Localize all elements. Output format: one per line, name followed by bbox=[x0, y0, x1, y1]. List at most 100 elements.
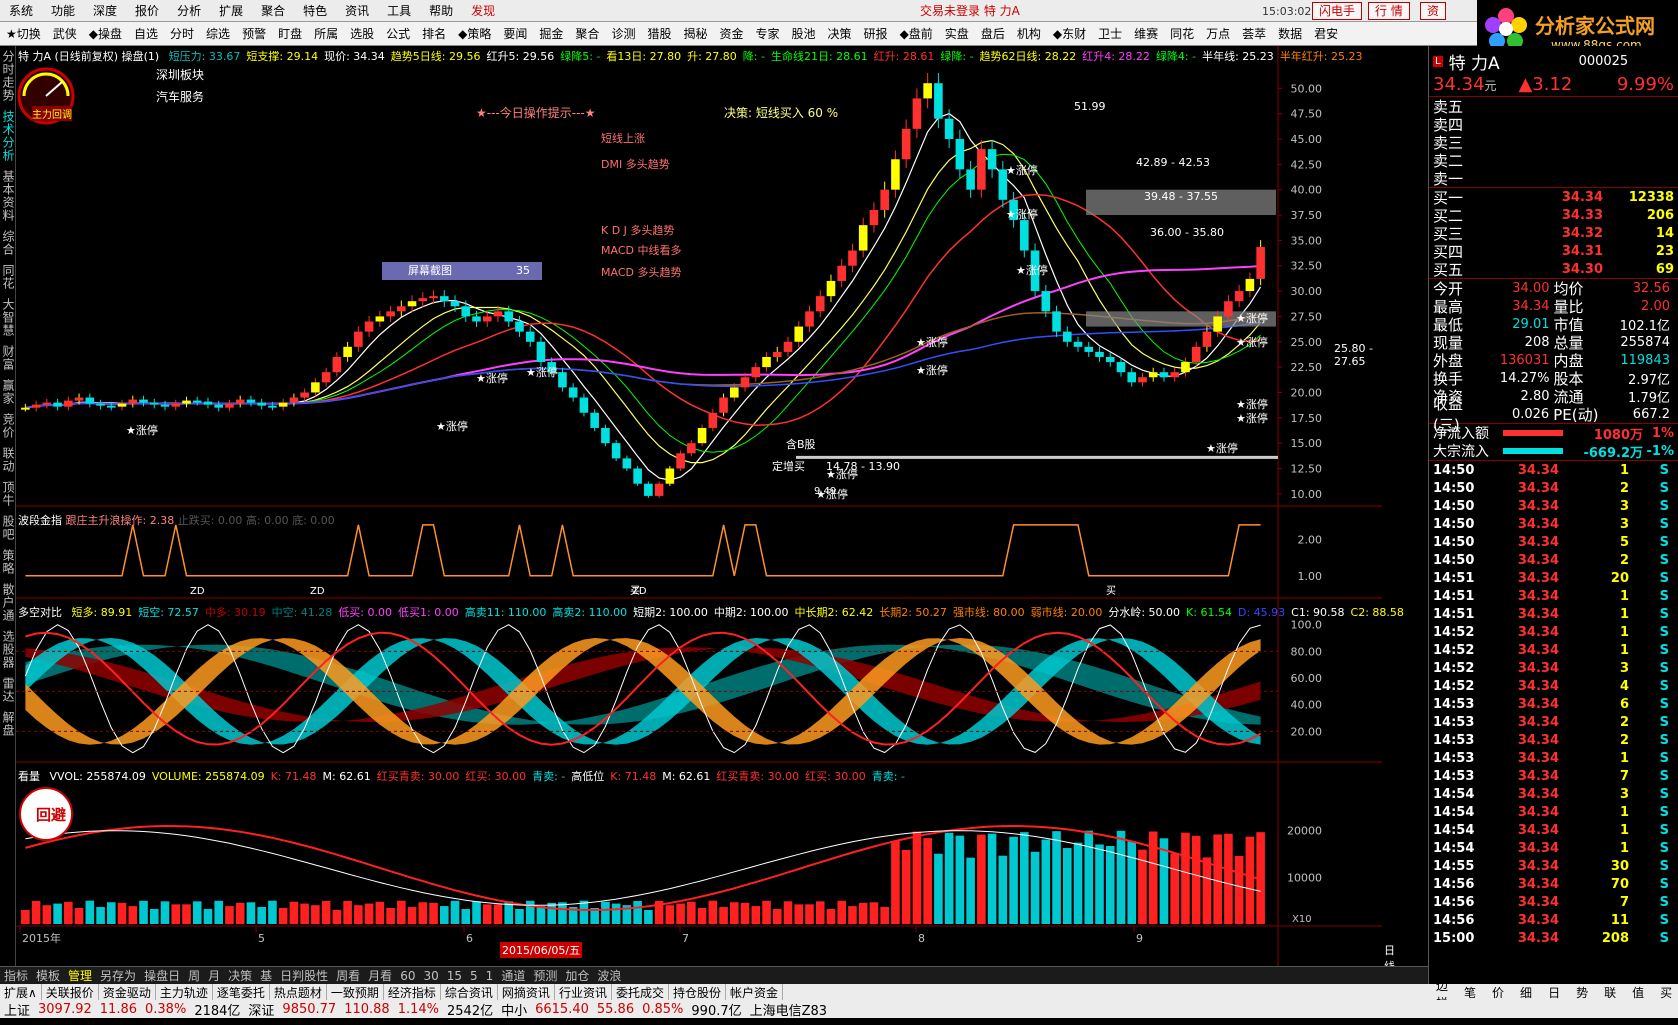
indicator-tab-8[interactable]: 基 bbox=[256, 967, 276, 984]
menu-depth[interactable]: 深度 bbox=[84, 0, 126, 22]
menu-system[interactable]: 系统 bbox=[0, 0, 42, 22]
order-row[interactable]: 买五 34.30 69 bbox=[1429, 260, 1678, 279]
indicator-tab-9[interactable]: 日判股性 bbox=[276, 967, 332, 984]
indicator-tab-17[interactable]: 通道 bbox=[497, 967, 529, 984]
toolbar-item-13[interactable]: 要闻 bbox=[497, 25, 533, 42]
leftnav-item-10[interactable]: 顶牛 bbox=[0, 477, 16, 511]
bottom-tab-13[interactable]: 帐户资金 bbox=[726, 983, 783, 1001]
bottom-tab-4[interactable]: 逐笔委托 bbox=[213, 983, 270, 1001]
trade-login-status[interactable]: 交易未登录 特 力A bbox=[920, 2, 1020, 19]
chart-area[interactable]: ★涨停 ★涨停 ★涨停 ★涨停 ★涨停 ★涨停 ★涨停 ★涨停 ★涨停 ★涨停 ★涨停 ★涨停 ★涨停 ★… bbox=[16, 46, 1404, 973]
leftnav-item-6[interactable]: 财富 bbox=[0, 341, 16, 375]
indicator-tab-13[interactable]: 30 bbox=[419, 969, 442, 983]
leftnav-item-8[interactable]: 竞价 bbox=[0, 409, 16, 443]
menu-tools[interactable]: 工具 bbox=[378, 0, 420, 22]
toolbar-item-12[interactable]: ◆策略 bbox=[452, 25, 497, 42]
bottom-tab-3[interactable]: 主力轨迹 bbox=[156, 983, 213, 1001]
bottom-tab-2[interactable]: 资金驱动 bbox=[99, 983, 156, 1001]
leftnav-item-4[interactable]: 同花 bbox=[0, 260, 16, 294]
menu-aggregate[interactable]: 聚合 bbox=[252, 0, 294, 22]
toolbar-item-6[interactable]: 预警 bbox=[236, 25, 272, 42]
info-button[interactable]: 资 bbox=[1420, 2, 1447, 20]
toolbar-item-16[interactable]: 诊测 bbox=[605, 25, 641, 42]
indicator-tab-19[interactable]: 加仓 bbox=[561, 967, 593, 984]
bottom-tab-6[interactable]: 一致预期 bbox=[327, 983, 384, 1001]
order-row[interactable]: 卖四 bbox=[1429, 115, 1678, 134]
toolbar-item-35[interactable]: 君安 bbox=[1308, 25, 1344, 42]
toolbar-item-30[interactable]: 维赛 bbox=[1128, 25, 1164, 42]
order-row[interactable]: 卖一 bbox=[1429, 169, 1678, 188]
bottom-tab-0[interactable]: 扩展∧ bbox=[0, 983, 42, 1001]
toolbar-item-24[interactable]: ◆盘前 bbox=[894, 25, 939, 42]
toolbar-item-14[interactable]: 掘金 bbox=[533, 25, 569, 42]
toolbar-item-5[interactable]: 综选 bbox=[200, 25, 236, 42]
toolbar-item-26[interactable]: 盘后 bbox=[975, 25, 1011, 42]
order-row[interactable]: 买四 34.31 23 bbox=[1429, 242, 1678, 261]
indicator-tab-20[interactable]: 波浪 bbox=[593, 967, 625, 984]
right-tab-3[interactable]: 细 bbox=[1512, 984, 1540, 1001]
right-tab-2[interactable]: 价 bbox=[1484, 984, 1512, 1001]
right-tab-1[interactable]: 笔 bbox=[1456, 984, 1484, 1001]
market-button[interactable]: 行 情 bbox=[1368, 2, 1410, 20]
menu-discover[interactable]: 发现 bbox=[462, 0, 504, 22]
bottom-tab-8[interactable]: 综合资讯 bbox=[441, 983, 498, 1001]
toolbar-item-11[interactable]: 排名 bbox=[416, 25, 452, 42]
menu-help[interactable]: 帮助 bbox=[420, 0, 462, 22]
leftnav-item-7[interactable]: 赢家 bbox=[0, 375, 16, 409]
order-row[interactable]: 卖二 bbox=[1429, 151, 1678, 170]
leftnav-item-13[interactable]: 散户通 bbox=[0, 579, 16, 626]
indicator-tab-12[interactable]: 60 bbox=[396, 969, 419, 983]
leftnav-item-14[interactable]: 选股器 bbox=[0, 626, 16, 673]
indicator-tab-2[interactable]: 管理 bbox=[64, 967, 96, 984]
bottom-tab-12[interactable]: 持仓股份 bbox=[669, 983, 726, 1001]
toolbar-item-2[interactable]: ◆操盘 bbox=[83, 25, 128, 42]
toolbar-item-10[interactable]: 公式 bbox=[380, 25, 416, 42]
toolbar-item-20[interactable]: 专家 bbox=[750, 25, 786, 42]
toolbar-item-0[interactable]: ★切换 bbox=[0, 25, 47, 42]
screenshot-button[interactable]: 屏幕截图 35 bbox=[382, 262, 542, 280]
toolbar-item-34[interactable]: 数据 bbox=[1272, 25, 1308, 42]
toolbar-item-19[interactable]: 资金 bbox=[713, 25, 749, 42]
bottom-tab-11[interactable]: 委托成交 bbox=[612, 983, 669, 1001]
chart-svg[interactable]: ★涨停 ★涨停★涨停 ★涨停★涨停★涨停★涨停★涨停★涨停★涨停★涨停★涨停★涨停★… bbox=[16, 46, 1428, 966]
toolbar-item-15[interactable]: 聚合 bbox=[569, 25, 605, 42]
right-tab-7[interactable]: 值 bbox=[1624, 984, 1652, 1001]
leftnav-item-15[interactable]: 雷达 bbox=[0, 673, 16, 707]
indicator-tab-1[interactable]: 模板 bbox=[32, 967, 64, 984]
toolbar-item-3[interactable]: 自选 bbox=[128, 25, 164, 42]
indicator-tab-18[interactable]: 预测 bbox=[529, 967, 561, 984]
leftnav-item-9[interactable]: 联动 bbox=[0, 443, 16, 477]
indicator-tab-5[interactable]: 周 bbox=[184, 967, 204, 984]
toolbar-item-18[interactable]: 揭秘 bbox=[677, 25, 713, 42]
toolbar-item-25[interactable]: 实盘 bbox=[939, 25, 975, 42]
toolbar-item-28[interactable]: ◆东财 bbox=[1047, 25, 1092, 42]
toolbar-item-31[interactable]: 同花 bbox=[1164, 25, 1200, 42]
order-row[interactable]: 买一 34.34 12338 bbox=[1429, 188, 1678, 207]
order-row[interactable]: 买三 34.32 14 bbox=[1429, 224, 1678, 243]
indicator-tab-6[interactable]: 月 bbox=[204, 967, 224, 984]
leftnav-item-12[interactable]: 策略 bbox=[0, 545, 16, 579]
leftnav-item-5[interactable]: 大智慧 bbox=[0, 294, 16, 341]
right-tab-5[interactable]: 势 bbox=[1568, 984, 1596, 1001]
indicator-tab-16[interactable]: 1 bbox=[482, 969, 498, 983]
bottom-tab-5[interactable]: 热点题材 bbox=[270, 983, 327, 1001]
menu-quote[interactable]: 报价 bbox=[126, 0, 168, 22]
leftnav-item-3[interactable]: 综合 bbox=[0, 226, 16, 260]
toolbar-item-33[interactable]: 荟萃 bbox=[1236, 25, 1272, 42]
bottom-tab-9[interactable]: 网摘资讯 bbox=[498, 983, 555, 1001]
order-row[interactable]: 卖三 bbox=[1429, 133, 1678, 152]
menu-function[interactable]: 功能 bbox=[42, 0, 84, 22]
toolbar-item-8[interactable]: 所属 bbox=[308, 25, 344, 42]
right-tab-4[interactable]: 日 bbox=[1540, 984, 1568, 1001]
menu-news[interactable]: 资讯 bbox=[336, 0, 378, 22]
indicator-tab-11[interactable]: 月看 bbox=[364, 967, 396, 984]
menu-analysis[interactable]: 分析 bbox=[168, 0, 210, 22]
toolbar-item-1[interactable]: 武侠 bbox=[47, 25, 83, 42]
toolbar-item-21[interactable]: 股池 bbox=[786, 25, 822, 42]
leftnav-item-0[interactable]: 分时走势 bbox=[0, 46, 16, 106]
indicator-tab-4[interactable]: 操盘日 bbox=[140, 967, 184, 984]
toolbar-item-7[interactable]: 盯盘 bbox=[272, 25, 308, 42]
indicator-tab-14[interactable]: 15 bbox=[443, 969, 466, 983]
toolbar-item-23[interactable]: 研报 bbox=[858, 25, 894, 42]
indicator-tab-7[interactable]: 决策 bbox=[224, 967, 256, 984]
